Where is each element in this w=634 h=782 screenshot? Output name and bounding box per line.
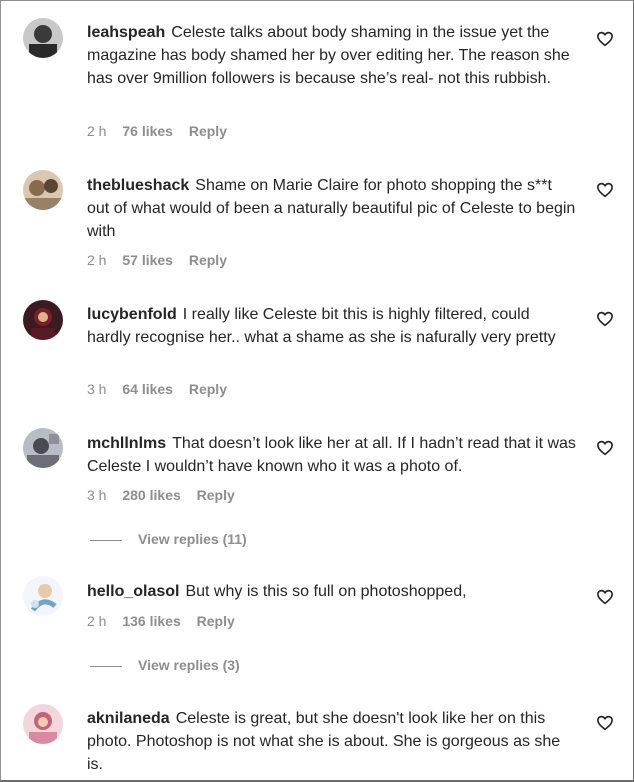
comment-likes[interactable]: 57 likes xyxy=(122,252,173,268)
heart-icon[interactable] xyxy=(596,310,614,328)
comment-likes[interactable]: 136 likes xyxy=(122,613,180,629)
comment-username[interactable]: leahspeah xyxy=(87,24,165,41)
view-replies-label: View replies (11) xyxy=(138,531,247,547)
avatar[interactable] xyxy=(23,18,63,58)
avatar[interactable] xyxy=(23,576,63,616)
comment-text: But why is this so full on photoshopped, xyxy=(185,583,467,600)
reply-button[interactable]: Reply xyxy=(189,381,227,397)
replies-divider xyxy=(90,665,122,667)
comment-username[interactable]: aknilaneda xyxy=(87,710,170,727)
heart-icon[interactable] xyxy=(596,588,614,606)
comment-username[interactable]: theblueshack xyxy=(87,177,189,194)
comment-time: 3 h xyxy=(87,487,107,503)
comment-time: 2 h xyxy=(87,123,107,139)
comment-body: aknilaneda Celeste is great, but she does… xyxy=(87,707,577,776)
comment-username[interactable]: mchllnlms xyxy=(87,435,166,452)
view-replies-button[interactable]: View replies (3) xyxy=(90,657,240,673)
heart-icon[interactable] xyxy=(596,439,614,457)
heart-icon[interactable] xyxy=(596,181,614,199)
view-replies-button[interactable]: View replies (11) xyxy=(90,531,247,547)
reply-button[interactable]: Reply xyxy=(189,252,227,268)
comment-meta: 3 h 280 likes Reply xyxy=(87,487,247,503)
comment-body: leahspeah Celeste talks about body shamin… xyxy=(87,21,577,90)
comment-body: mchllnlms That doesn’t look like her at a… xyxy=(87,432,577,478)
comment-body: theblueshack Shame on Marie Claire for ph… xyxy=(87,174,577,243)
reply-button[interactable]: Reply xyxy=(189,123,227,139)
comment-meta: 2 h 57 likes Reply xyxy=(87,252,239,268)
comment-likes[interactable]: 76 likes xyxy=(122,123,173,139)
comment-time: 2 h xyxy=(87,252,107,268)
comment-body: lucybenfold I really like Celeste bit thi… xyxy=(87,303,577,349)
view-replies-label: View replies (3) xyxy=(138,657,240,673)
comment-username[interactable]: lucybenfold xyxy=(87,306,177,323)
comment-time: 2 h xyxy=(87,613,107,629)
comment-likes[interactable]: 280 likes xyxy=(122,487,180,503)
avatar[interactable] xyxy=(23,170,63,210)
heart-icon[interactable] xyxy=(596,714,614,732)
replies-divider xyxy=(90,539,122,541)
reply-button[interactable]: Reply xyxy=(197,487,235,503)
comment-meta: 3 h 64 likes Reply xyxy=(87,381,239,397)
avatar[interactable] xyxy=(23,704,63,744)
avatar[interactable] xyxy=(23,428,63,468)
comment-username[interactable]: hello_olasol xyxy=(87,583,179,600)
reply-button[interactable]: Reply xyxy=(197,613,235,629)
heart-icon[interactable] xyxy=(596,30,614,48)
comment-body: hello_olasol But why is this so full on p… xyxy=(87,580,577,603)
comment-likes[interactable]: 64 likes xyxy=(122,381,173,397)
comment-meta: 2 h 76 likes Reply xyxy=(87,123,239,139)
comment-time: 3 h xyxy=(87,381,107,397)
comment-meta: 2 h 136 likes Reply xyxy=(87,613,247,629)
avatar[interactable] xyxy=(23,300,63,340)
